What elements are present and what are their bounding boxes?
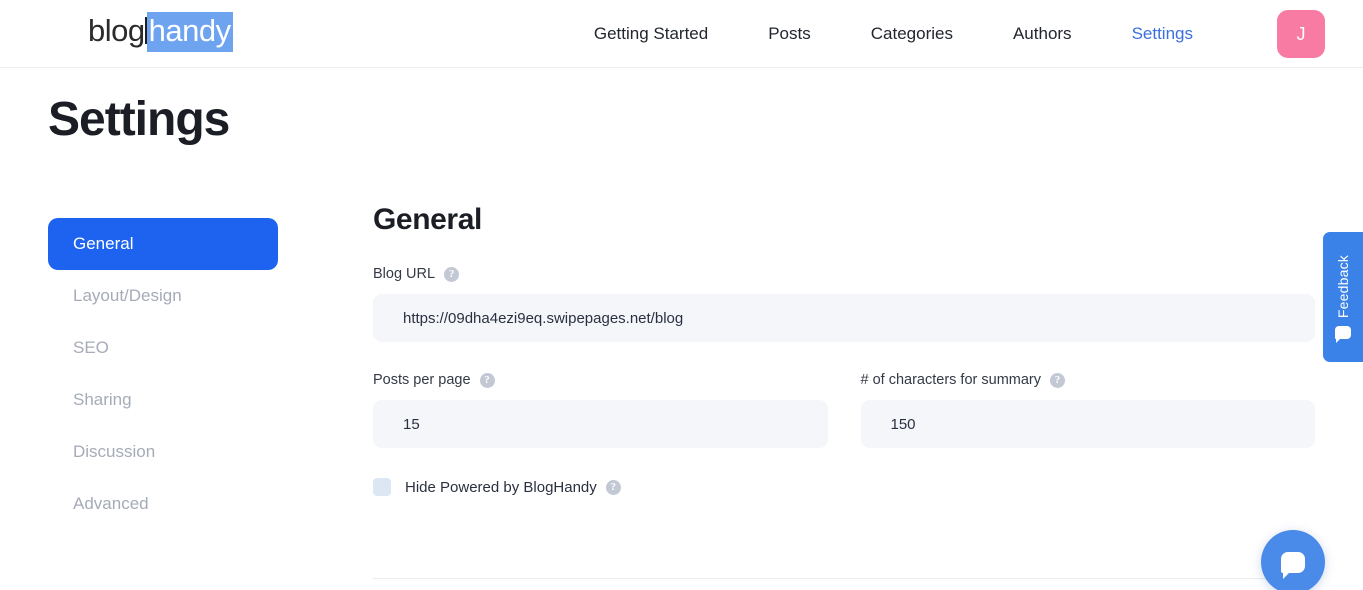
section-title: General xyxy=(373,203,482,236)
hide-powered-by-row: Hide Powered by BlogHandy ? xyxy=(373,478,1315,496)
nav-item-categories[interactable]: Categories xyxy=(841,24,983,44)
help-icon[interactable]: ? xyxy=(479,372,495,388)
characters-summary-input[interactable] xyxy=(860,400,1315,448)
logo-text-caret xyxy=(144,17,147,44)
characters-summary-label-row: # of characters for summary ? xyxy=(861,372,1316,388)
logo-text-blog: blog xyxy=(88,13,145,48)
posts-per-page-label-row: Posts per page ? xyxy=(373,372,828,388)
sidebar-item-general[interactable]: General xyxy=(48,218,278,270)
field-characters-summary: # of characters for summary ? xyxy=(860,372,1316,448)
chat-widget-button[interactable] xyxy=(1261,530,1325,590)
sidebar-item-discussion[interactable]: Discussion xyxy=(48,426,278,478)
page-title: Settings xyxy=(48,93,230,146)
feedback-tab[interactable]: Feedback xyxy=(1323,232,1363,362)
characters-summary-label: # of characters for summary xyxy=(860,372,1042,388)
hide-powered-by-label: Hide Powered by BlogHandy xyxy=(405,478,597,496)
nav-item-settings[interactable]: Settings xyxy=(1102,24,1223,44)
sidebar-item-seo[interactable]: SEO xyxy=(48,322,278,374)
blog-url-label: Blog URL xyxy=(373,266,436,282)
posts-per-page-input[interactable] xyxy=(373,400,828,448)
bloghandy-logo[interactable]: blog handy xyxy=(88,12,233,52)
numeric-settings-row: Posts per page ? # of characters for sum… xyxy=(373,372,1315,448)
help-icon[interactable]: ? xyxy=(605,479,621,495)
logo-text-handy: handy xyxy=(146,12,233,52)
settings-sidebar: General Layout/Design SEO Sharing Discus… xyxy=(48,218,278,530)
nav-item-posts[interactable]: Posts xyxy=(738,24,841,44)
hide-powered-by-checkbox[interactable] xyxy=(373,478,391,496)
speech-bubble-icon xyxy=(1335,326,1351,344)
help-icon[interactable]: ? xyxy=(444,266,460,282)
settings-general-panel: General Blog URL ? Posts per page ? # of… xyxy=(373,203,1315,496)
main-navigation: Getting Started Posts Categories Authors… xyxy=(564,0,1223,68)
posts-per-page-label: Posts per page xyxy=(373,372,471,388)
sidebar-item-layout-design[interactable]: Layout/Design xyxy=(48,270,278,322)
sidebar-item-advanced[interactable]: Advanced xyxy=(48,478,278,530)
settings-page: blog handy Getting Started Posts Categor… xyxy=(0,0,1363,590)
blog-url-input[interactable] xyxy=(373,294,1315,342)
sidebar-item-sharing[interactable]: Sharing xyxy=(48,374,278,426)
field-posts-per-page: Posts per page ? xyxy=(373,372,828,448)
help-icon[interactable]: ? xyxy=(1050,372,1065,388)
blog-url-label-row: Blog URL ? xyxy=(373,266,1315,282)
section-divider xyxy=(373,578,1315,579)
feedback-label: Feedback xyxy=(1335,254,1351,319)
avatar[interactable]: J xyxy=(1277,10,1325,58)
field-blog-url: Blog URL ? xyxy=(373,266,1315,342)
top-header: blog handy Getting Started Posts Categor… xyxy=(0,0,1363,68)
chat-bubble-icon xyxy=(1281,551,1305,579)
nav-item-authors[interactable]: Authors xyxy=(983,24,1102,44)
nav-item-getting-started[interactable]: Getting Started xyxy=(564,24,738,44)
